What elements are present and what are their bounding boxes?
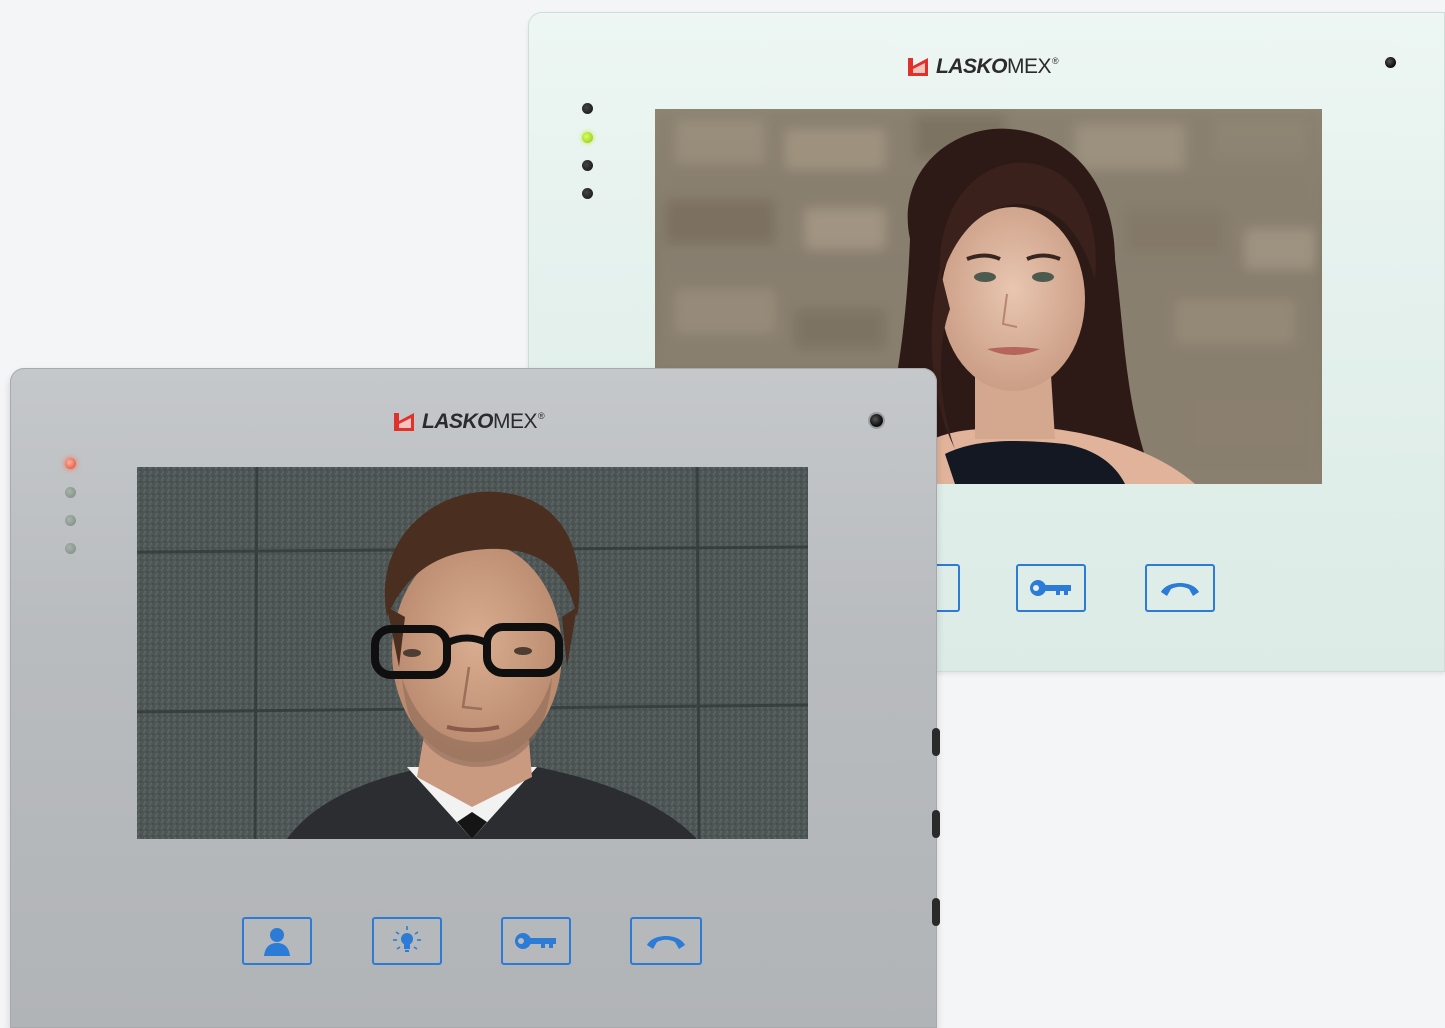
video-screen [137,467,808,839]
brand-mark-icon [908,58,928,76]
light-bulb-icon [393,926,421,952]
hang-up-icon [1161,583,1199,596]
hang-up-icon [647,936,685,949]
status-led-3 [65,515,76,526]
side-knob[interactable] [932,898,940,926]
brand-mark-icon [394,413,414,431]
status-led-1 [65,458,76,469]
brand-name-bold: LASKO [936,55,1008,78]
camera-lens-icon [1385,57,1396,68]
light-button[interactable] [372,917,442,965]
status-led-2 [65,487,76,498]
key-icon [515,933,556,949]
hang-up-button[interactable] [630,917,702,965]
brand-name-light: MEX [493,410,538,433]
intercom-call-button[interactable] [242,917,312,965]
video-feed-man-portrait [137,467,808,839]
brand-name-light: MEX [1007,55,1052,78]
registered-mark: ® [1052,56,1059,66]
side-knob[interactable] [932,728,940,756]
status-led-1 [582,103,593,114]
status-led-2 [582,132,593,143]
status-led-4 [65,543,76,554]
status-led-4 [582,188,593,199]
unlock-door-button[interactable] [1016,564,1086,612]
intercom-monitor-silver: LASKOMEX® [10,368,940,1028]
camera-lens-icon [870,414,883,427]
status-led-3 [582,160,593,171]
brand-logo: LASKOMEX® [908,55,1059,79]
brand-name-bold: LASKO [422,410,494,433]
brand-logo: LASKOMEX® [394,410,545,434]
registered-mark: ® [538,411,545,421]
key-icon [1030,580,1071,596]
side-knob[interactable] [932,810,940,838]
hang-up-button[interactable] [1145,564,1215,612]
person-icon [264,928,290,956]
unlock-door-button[interactable] [501,917,571,965]
